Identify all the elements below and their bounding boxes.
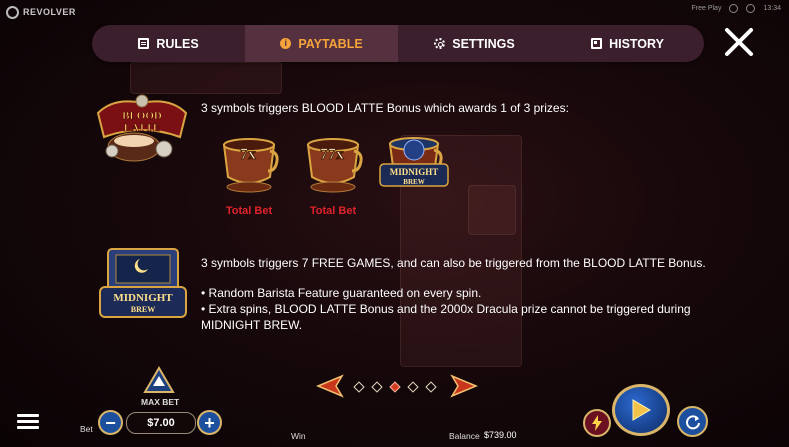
- blood-latte-description: 3 symbols triggers BLOOD LATTE Bonus whi…: [201, 101, 569, 115]
- gear-icon: [434, 38, 446, 49]
- prev-page-arrow-icon[interactable]: [316, 374, 344, 398]
- brand-name: REVOLVER: [23, 7, 76, 17]
- sound-icon[interactable]: [729, 4, 739, 13]
- history-icon: [591, 38, 603, 49]
- free-play-label: Free Play: [691, 5, 722, 12]
- book-icon: [138, 38, 150, 49]
- bg-sign-decor: [130, 62, 282, 94]
- win-label: Win: [291, 431, 306, 441]
- prize-cup-7x-text: 7x: [240, 146, 256, 163]
- tab-history[interactable]: HISTORY: [551, 25, 704, 62]
- spin-button[interactable]: [612, 384, 670, 436]
- bet-value-field: $7.00: [126, 412, 196, 434]
- autoplay-button[interactable]: [677, 406, 708, 437]
- max-bet-label: MAX BET: [141, 397, 180, 407]
- tab-rules-label: RULES: [156, 36, 199, 51]
- menu-hamburger-icon[interactable]: [17, 414, 39, 430]
- revolver-logo-icon: [6, 5, 19, 19]
- next-page-arrow-icon[interactable]: [450, 374, 478, 398]
- increase-bet-button[interactable]: +: [197, 410, 222, 435]
- play-icon: [632, 399, 651, 421]
- tab-history-label: HISTORY: [609, 36, 664, 51]
- midnight-brew-bullet-1: • Random Barista Feature guaranteed on e…: [201, 286, 482, 300]
- midnight-brew-description: 3 symbols triggers 7 FREE GAMES, and can…: [201, 256, 706, 270]
- prize-cup-7x: 7x: [222, 138, 279, 193]
- tab-paytable-label: PAYTABLE: [298, 36, 363, 51]
- tab-settings[interactable]: SETTINGS: [398, 25, 551, 62]
- tab-paytable[interactable]: PAYTABLE: [245, 25, 398, 62]
- balance-label: Balance: [449, 431, 480, 441]
- info-icon: [280, 38, 292, 49]
- close-icon[interactable]: [722, 25, 756, 59]
- blood-latte-symbol: BLOOD LATTE: [96, 94, 188, 162]
- blood-latte-symbol-top: BLOOD: [122, 110, 162, 122]
- brand-logo: REVOLVER: [6, 4, 76, 20]
- decrease-bet-button[interactable]: −: [98, 410, 123, 435]
- prize-cup-midnight-brew: MIDNIGHT BREW: [379, 137, 449, 187]
- midnight-brew-symbol-top: MIDNIGHT: [113, 292, 173, 304]
- max-bet-button[interactable]: [143, 366, 175, 394]
- balance-value: $739.00: [484, 430, 517, 440]
- midnight-brew-symbol-bottom: BREW: [131, 305, 155, 314]
- top-status: Free Play 13:34: [691, 4, 781, 13]
- prize-cup-midnight-top: MIDNIGHT: [390, 167, 439, 177]
- autoplay-icon: [685, 414, 700, 429]
- prize-cup-77x: 77x: [306, 138, 363, 193]
- paytable-menu: RULES PAYTABLE SETTINGS HISTORY: [92, 25, 704, 62]
- tab-settings-label: SETTINGS: [452, 36, 515, 51]
- midnight-brew-bullet-2-line-1: • Extra spins, BLOOD LATTE Bonus and the…: [201, 302, 691, 316]
- midnight-brew-bullet-2-line-2: MIDNIGHT BREW.: [201, 318, 303, 332]
- turbo-button[interactable]: [583, 409, 611, 437]
- bg-reel-decor: [468, 185, 516, 235]
- prize-cup-midnight-bottom: BREW: [403, 178, 424, 186]
- prize-cup-77x-text: 77x: [320, 146, 344, 163]
- tab-rules[interactable]: RULES: [92, 25, 245, 62]
- bet-label: Bet: [80, 424, 93, 434]
- blood-latte-symbol-bottom: LATTE: [124, 122, 160, 134]
- clock: 13:34: [763, 5, 781, 12]
- bet-value: $7.00: [147, 417, 175, 429]
- prize-label-77x: Total Bet: [309, 205, 357, 217]
- midnight-brew-symbol: MIDNIGHT BREW: [99, 248, 187, 318]
- info-icon[interactable]: [746, 4, 756, 13]
- lightning-icon: [592, 415, 602, 431]
- prize-label-7x: Total Bet: [225, 205, 273, 217]
